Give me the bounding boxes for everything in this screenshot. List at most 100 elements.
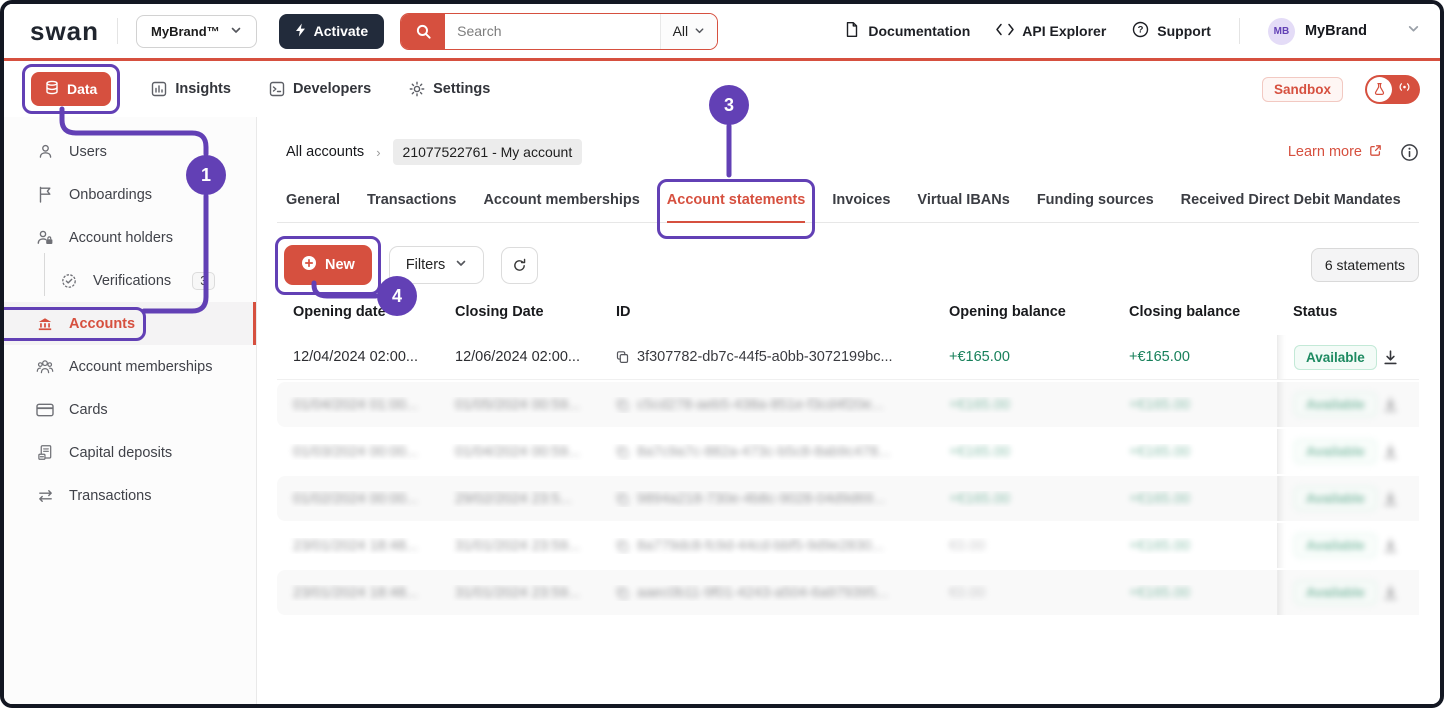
sidebar-item-transactions[interactable]: Transactions — [4, 474, 256, 517]
sidebar-item-onboardings[interactable]: Onboardings — [4, 173, 256, 216]
info-icon[interactable] — [1400, 143, 1419, 162]
nav-item-data[interactable]: Data — [31, 72, 111, 106]
tab-virtual-ibans[interactable]: Virtual IBANs — [917, 192, 1009, 222]
chevron-down-icon — [694, 23, 705, 39]
search-input[interactable] — [445, 14, 659, 49]
verifications-count-badge: 3 — [192, 272, 215, 290]
statements-count-badge: 6 statements — [1311, 248, 1419, 282]
header-closing-date: Closing Date — [439, 304, 600, 320]
sidebar-item-account-holders[interactable]: Account holders — [4, 216, 256, 259]
breadcrumb: All accounts › 21077522761 - My account … — [277, 139, 1419, 165]
copy-icon — [616, 586, 629, 600]
table-row[interactable]: 01/04/2024 01:00... 01/05/2024 00:59... … — [277, 382, 1419, 427]
table-row[interactable]: 12/04/2024 02:00... 12/06/2024 02:00... … — [277, 335, 1419, 380]
sandbox-badge: Sandbox — [1262, 77, 1343, 102]
tab-account-statements[interactable]: Account statements — [667, 192, 806, 222]
tab-transactions[interactable]: Transactions — [367, 192, 456, 222]
api-explorer-link[interactable]: API Explorer — [996, 23, 1106, 39]
cell-closing-balance: +€165.00 — [1129, 491, 1190, 507]
table-row[interactable]: 01/02/2024 00:00... 29/02/2024 23:5... 9… — [277, 476, 1419, 521]
bank-icon — [36, 316, 54, 332]
filters-button[interactable]: Filters — [389, 246, 484, 284]
api-explorer-label: API Explorer — [1022, 23, 1106, 39]
brand-selector[interactable]: MyBrand™ — [136, 15, 257, 48]
cell-opening-date: 12/04/2024 02:00... — [293, 349, 418, 365]
statements-table: Opening date Closing Date ID Opening bal… — [277, 297, 1419, 615]
copy-icon[interactable] — [616, 350, 629, 364]
download-icon[interactable] — [1382, 584, 1399, 601]
nav-item-developers[interactable]: Developers — [269, 81, 371, 97]
sidebar-item-capital-deposits[interactable]: Capital deposits — [4, 431, 256, 474]
verified-badge-icon — [60, 273, 78, 289]
sidebar-item-users[interactable]: Users — [4, 130, 256, 173]
chevron-down-icon — [1407, 22, 1420, 40]
nav-item-settings[interactable]: Settings — [409, 81, 490, 97]
new-statement-button[interactable]: New — [284, 245, 372, 285]
cell-closing-balance: +€165.00 — [1129, 538, 1190, 554]
sidebar-onboardings-label: Onboardings — [69, 187, 152, 203]
table-row[interactable]: 01/03/2024 00:00... 01/04/2024 00:59... … — [277, 429, 1419, 474]
document-icon — [844, 21, 860, 41]
sidebar-item-verifications[interactable]: Verifications 3 — [4, 259, 256, 302]
support-link[interactable]: ? Support — [1132, 21, 1211, 41]
active-tab-underline — [667, 221, 806, 223]
download-icon[interactable] — [1382, 349, 1399, 366]
download-icon[interactable] — [1382, 490, 1399, 507]
brand-selector-label: MyBrand™ — [151, 24, 220, 39]
activate-button[interactable]: Activate — [279, 14, 384, 49]
learn-more-link[interactable]: Learn more — [1288, 144, 1382, 161]
sidebar-account-memberships-label: Account memberships — [69, 359, 212, 375]
copy-icon — [616, 445, 629, 459]
svg-text:?: ? — [1138, 25, 1144, 36]
sidebar-item-accounts[interactable]: Accounts — [4, 302, 256, 345]
download-icon[interactable] — [1382, 443, 1399, 460]
download-icon[interactable] — [1382, 396, 1399, 413]
new-button-label: New — [325, 257, 355, 273]
sidebar-item-account-memberships[interactable]: Account memberships — [4, 345, 256, 388]
breadcrumb-all-accounts[interactable]: All accounts — [286, 144, 364, 160]
question-circle-icon: ? — [1132, 21, 1149, 41]
download-icon[interactable] — [1382, 537, 1399, 554]
table-row[interactable]: 23/01/2024 18:48... 31/01/2024 23:59... … — [277, 570, 1419, 615]
sidebar-capital-deposits-label: Capital deposits — [69, 445, 172, 461]
cell-closing-date: 31/01/2024 23:59... — [455, 585, 580, 601]
gear-icon — [409, 81, 425, 97]
app-window: swan MyBrand™ Activate All Documentation — [0, 0, 1444, 708]
tab-general[interactable]: General — [286, 192, 340, 222]
main-content: All accounts › 21077522761 - My account … — [257, 117, 1440, 704]
activate-label: Activate — [314, 23, 368, 39]
account-tabs: General Transactions Account memberships… — [277, 192, 1419, 223]
tab-funding-sources[interactable]: Funding sources — [1037, 192, 1154, 222]
cell-opening-date: 23/01/2024 18:48... — [293, 585, 418, 601]
avatar: MB — [1268, 18, 1295, 45]
cell-opening-date: 01/02/2024 00:00... — [293, 491, 418, 507]
cell-opening-balance: +€165.00 — [949, 349, 1010, 365]
search-scope-select[interactable]: All — [660, 14, 718, 49]
lightning-icon — [295, 23, 306, 40]
cell-opening-balance: +€165.00 — [949, 397, 1010, 413]
cell-opening-balance: €0.00 — [949, 538, 985, 554]
table-row[interactable]: 23/01/2024 18:48... 31/01/2024 23:59... … — [277, 523, 1419, 568]
sidebar-accounts-label: Accounts — [69, 316, 135, 332]
sandbox-toggle[interactable] — [1365, 75, 1420, 104]
cell-closing-date: 29/02/2024 23:5... — [455, 491, 572, 507]
tab-account-memberships[interactable]: Account memberships — [483, 192, 639, 222]
header-opening-date: Opening date — [277, 304, 439, 320]
tab-received-direct-debit-mandates[interactable]: Received Direct Debit Mandates — [1181, 192, 1401, 222]
tab-invoices[interactable]: Invoices — [832, 192, 890, 222]
sidebar: Users Onboardings Account holders Verifi… — [4, 117, 257, 704]
account-menu[interactable]: MB MyBrand — [1268, 18, 1420, 45]
divider — [1239, 18, 1240, 44]
sidebar-item-cards[interactable]: Cards — [4, 388, 256, 431]
documentation-link[interactable]: Documentation — [844, 21, 970, 41]
cell-opening-balance: +€165.00 — [949, 491, 1010, 507]
breadcrumb-current-account: 21077522761 - My account — [393, 139, 583, 165]
refresh-button[interactable] — [501, 247, 538, 284]
table-header-row: Opening date Closing Date ID Opening bal… — [277, 297, 1419, 327]
plus-circle-icon — [301, 255, 317, 275]
nav-item-insights[interactable]: Insights — [151, 81, 231, 97]
annotation-box-account-statements — [657, 179, 816, 239]
nav-data-label: Data — [67, 81, 97, 97]
deposit-document-icon — [36, 444, 54, 461]
sidebar-users-label: Users — [69, 144, 107, 160]
